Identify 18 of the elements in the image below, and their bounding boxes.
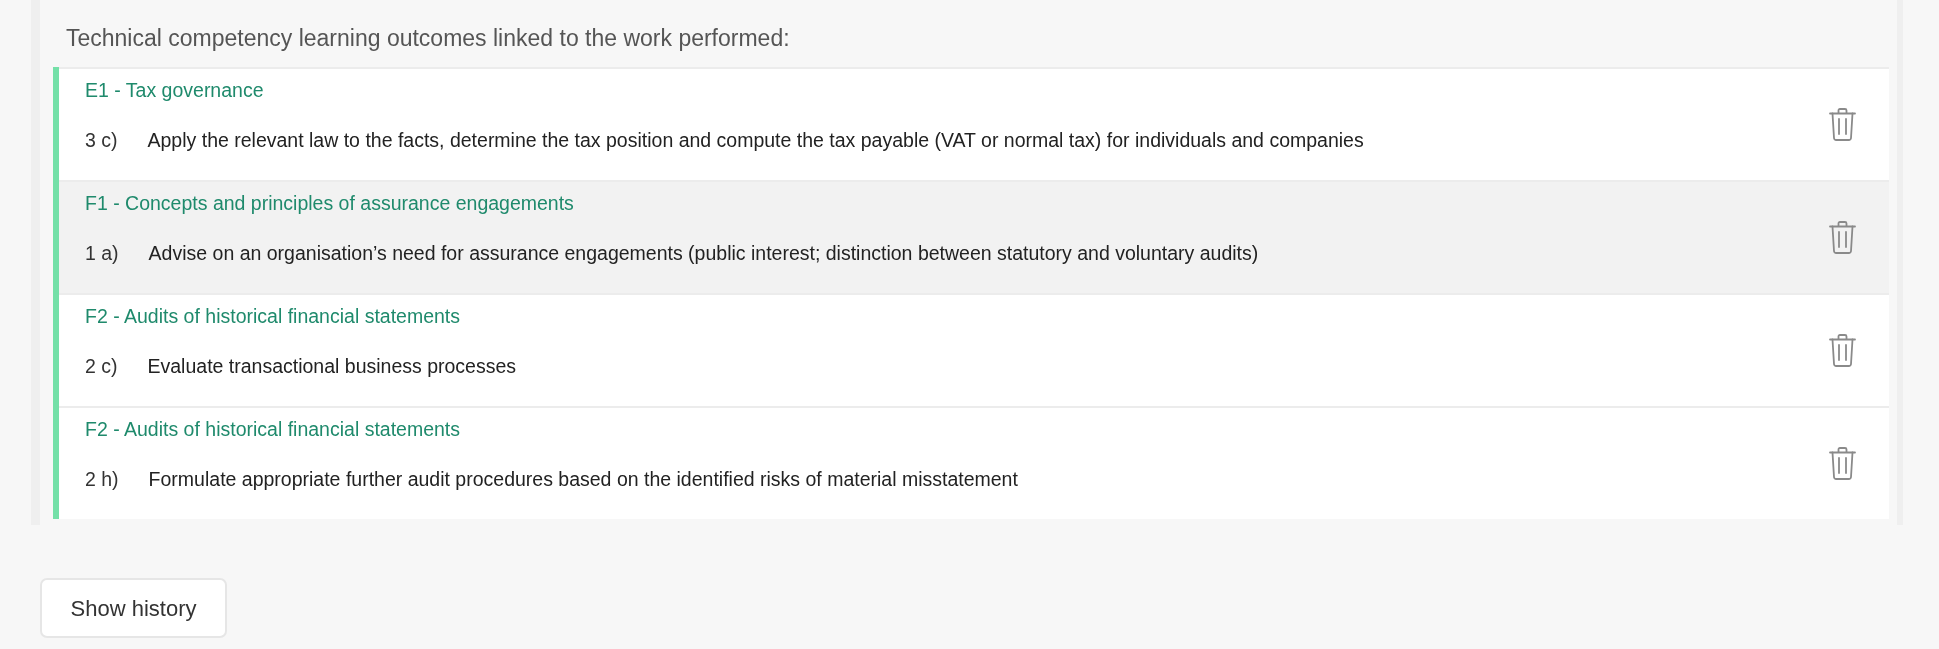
outcome-number: 3 c) <box>85 128 118 153</box>
trash-icon[interactable] <box>1829 221 1856 254</box>
outcome-number: 2 c) <box>85 354 118 379</box>
show-history-button[interactable]: Show history <box>40 578 227 638</box>
outcome-description: Advise on an organisation’s need for assurance engagements (public interest; distinction between statutory and voluntary audits) <box>148 241 1259 266</box>
outcome-number: 1 a) <box>85 241 119 266</box>
outcome-description: Apply the relevant law to the facts, determine the tax position and compute the tax payable (VAT or normal tax) for individuals and companies <box>147 128 1364 153</box>
trash-icon[interactable] <box>1829 447 1856 480</box>
outcome-category: F2 - Audits of historical financial statements <box>85 417 461 442</box>
outcome-category: E1 - Tax governance <box>85 78 265 103</box>
outcome-category: F1 - Concepts and principles of assurance engagements <box>85 191 575 216</box>
outcome-description: Formulate appropriate further audit procedures based on the identified risks of material misstatement <box>148 467 1018 492</box>
outcome-description: Evaluate transactional business processes <box>147 354 517 379</box>
section-heading: Technical competency learning outcomes linked to the work performed: <box>65 24 791 53</box>
outcome-number: 2 h) <box>85 467 119 492</box>
trash-icon[interactable] <box>1829 108 1856 141</box>
outcome-category: F2 - Audits of historical financial statements <box>85 304 461 329</box>
trash-icon[interactable] <box>1829 334 1856 367</box>
